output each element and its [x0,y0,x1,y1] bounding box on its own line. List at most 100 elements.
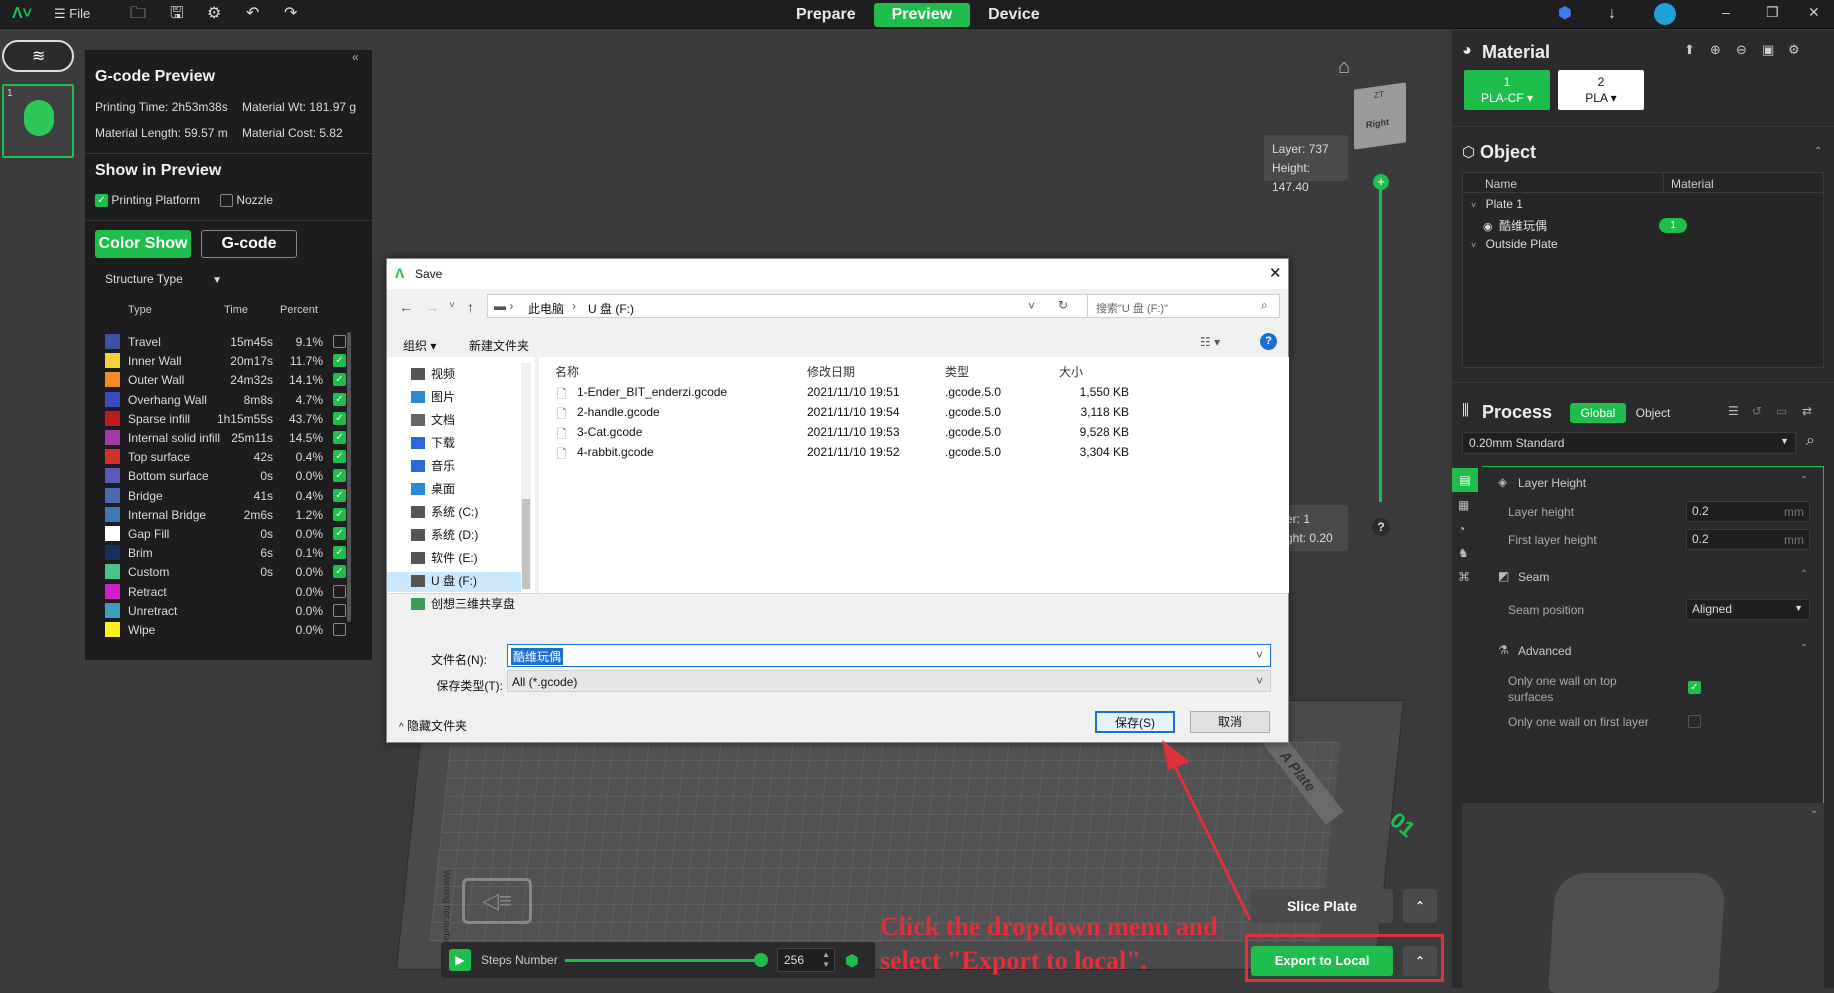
breadcrumb-drive[interactable]: U 盘 (F:) [588,300,634,317]
folder-tree-item[interactable]: 下载 [411,434,455,454]
legend-row[interactable]: Unretract 0.0% [105,601,355,620]
legend-visibility-checkbox[interactable] [333,623,346,636]
steps-slider-track[interactable] [565,959,761,962]
legend-row[interactable]: Wipe 0.0% [105,620,355,639]
stepper-arrows-icon[interactable]: ▲ ▼ [822,950,830,970]
process-preset-select[interactable]: 0.20mm Standard ▼ [1462,432,1796,454]
nozzle-checkbox[interactable] [220,194,233,208]
first-layer-height-field[interactable]: 0.2 mm [1686,529,1810,550]
folder-tree-item[interactable]: 视频 [411,365,455,385]
file-row[interactable]: 🗋 4-rabbit.gcode 2021/11/10 19:52 .gcode.5.… [557,443,1137,463]
column-size[interactable]: 大小 [1059,363,1083,380]
gcode-button[interactable]: G-code [201,230,297,258]
restore-icon[interactable]: ❐ [1766,4,1779,21]
remove-filament-icon[interactable]: ⊖ [1736,42,1747,58]
printing-platform-checkbox[interactable]: ✓ [95,194,108,208]
new-folder-button[interactable]: 新建文件夹 [469,337,529,354]
save-button[interactable]: 保存(S) [1095,711,1175,733]
legend-visibility-checkbox[interactable]: ✓ [333,392,346,406]
collapse-icon[interactable]: ⌃ [1814,146,1822,157]
tree-scrollbar[interactable] [521,363,531,589]
edit-filament-icon[interactable]: ▣ [1762,42,1774,58]
legend-visibility-checkbox[interactable]: ✓ [333,546,346,560]
collapse-panel-icon[interactable]: « [352,50,359,64]
redo-icon[interactable]: ↷ [284,5,297,23]
object-row-item[interactable]: ◉ 酷维玩偶 [1483,217,1547,234]
steps-slider-handle[interactable] [754,953,768,967]
undo-icon[interactable]: ↶ [246,5,259,23]
filetype-select[interactable]: All (*.gcode) ˅ [507,670,1271,692]
shield-icon[interactable]: ⬢ [1558,5,1572,23]
legend-row[interactable]: Sparse infill 1h15m55s 43.7% ✓ [105,409,355,428]
column-type[interactable]: 类型 [945,363,969,380]
open-folder-icon[interactable]: 🗀 [130,5,146,23]
sync-filament-icon[interactable]: ⬆ [1684,42,1695,58]
download-icon[interactable]: ↓ [1608,5,1616,23]
layer-height-input[interactable]: 0.2 [1692,504,1709,518]
save-preset-icon[interactable]: ▭ [1776,404,1787,418]
layer-slider-handle[interactable]: + [1373,174,1389,190]
filename-input[interactable]: 酷维玩偶 [511,648,564,665]
add-filament-icon[interactable]: ⊕ [1710,42,1721,58]
folder-tree-item[interactable]: 音乐 [411,457,455,477]
save-icon[interactable]: 🖫 [170,5,184,23]
compare-icon[interactable]: ⇄ [1802,404,1812,418]
help-icon[interactable]: ? [1372,518,1390,536]
file-menu[interactable]: ☰ File [54,5,90,23]
folder-tree-item[interactable]: 文档 [411,411,455,431]
legend-row[interactable]: Gap Fill 0s 0.0% ✓ [105,524,355,543]
structure-type-dropdown[interactable]: Structure Type ▼ [105,272,222,286]
one-wall-first-checkbox[interactable] [1688,715,1701,728]
close-icon[interactable]: ✕ [1269,264,1282,282]
legend-visibility-checkbox[interactable]: ✓ [333,527,346,540]
layers-icon[interactable]: ⬢ [845,951,859,971]
collapse-icon[interactable]: ⌃ [1800,643,1808,654]
view-cube[interactable]: ZT Right [1354,82,1406,150]
chevron-down-icon[interactable]: ˅ [1028,299,1035,313]
file-row[interactable]: 🗋 1-Ender_BIT_enderzi.gcode 2021/11/10 19:… [557,383,1137,403]
folder-tree-item[interactable]: 图片 [411,388,455,408]
legend-row[interactable]: Top surface 42s 0.4% ✓ [105,447,355,466]
column-name[interactable]: 名称 [555,363,579,380]
breadcrumb-root[interactable]: 此电脑 [528,300,564,317]
gear-icon[interactable]: ⚙ [207,5,221,23]
folder-tree-item[interactable]: 桌面 [411,480,455,500]
slice-dropdown-button[interactable]: ⌃ [1403,889,1437,923]
scope-global[interactable]: Global [1570,403,1626,423]
chevron-down-icon[interactable]: ˅ [1256,648,1263,662]
home-view-icon[interactable]: ⌂ [1338,56,1350,79]
app-logo-icon[interactable]: Λ˅ [12,5,32,23]
account-avatar[interactable] [1654,3,1676,25]
layer-height-field[interactable]: 0.2 mm [1686,501,1810,522]
first-layer-height-input[interactable]: 0.2 [1692,532,1709,546]
back-arrow-icon[interactable]: ← [399,299,413,315]
legend-row[interactable]: Internal solid infill 25m11s 14.5% ✓ [105,428,355,447]
slice-plate-button[interactable]: Slice Plate [1251,889,1393,923]
folder-tree-item[interactable]: 系统 (D:) [411,526,478,546]
collapse-icon[interactable]: ⌃ [1800,475,1808,486]
seam-position-select[interactable]: Aligned ▼ [1686,599,1810,620]
printing-platform-option[interactable]: ✓ Printing Platform [95,193,200,208]
legend-visibility-checkbox[interactable]: ✓ [333,488,346,502]
legend-row[interactable]: Internal Bridge 2m6s 1.2% ✓ [105,505,355,524]
legend-scrollbar[interactable] [347,332,351,622]
plate-thumbnail[interactable]: 1 [2,84,74,158]
object-row-outside[interactable]: ˅ Outside Plate [1471,237,1558,251]
file-row[interactable]: 🗋 2-handle.gcode 2021/11/10 19:54 .gcode.5.… [557,403,1137,423]
column-date[interactable]: 修改日期 [807,363,855,380]
list-view-icon[interactable]: ☰ [1728,404,1739,418]
legend-visibility-checkbox[interactable]: ✓ [333,411,346,425]
chevron-down-icon[interactable]: ˅ [1256,674,1263,688]
legend-visibility-checkbox[interactable]: ✓ [333,450,346,464]
help-icon[interactable]: ? [1260,333,1277,350]
organize-menu[interactable]: 组织 ▾ [403,337,436,354]
legend-row[interactable]: Outer Wall 24m32s 14.1% ✓ [105,370,355,389]
file-row[interactable]: 🗋 3-Cat.gcode 2021/11/10 19:53 .gcode.5.0 9,… [557,423,1137,443]
strength-category-icon[interactable]: ▦ [1458,498,1469,512]
collapse-icon[interactable]: ⌃ [1800,569,1808,580]
legend-row[interactable]: Overhang Wall 8m8s 4.7% ✓ [105,390,355,409]
export-dropdown-button[interactable]: ⌃ [1403,946,1437,976]
legend-visibility-checkbox[interactable] [333,603,346,617]
layer-slider-track[interactable] [1379,182,1382,502]
refresh-icon[interactable]: ↻ [1058,298,1068,312]
